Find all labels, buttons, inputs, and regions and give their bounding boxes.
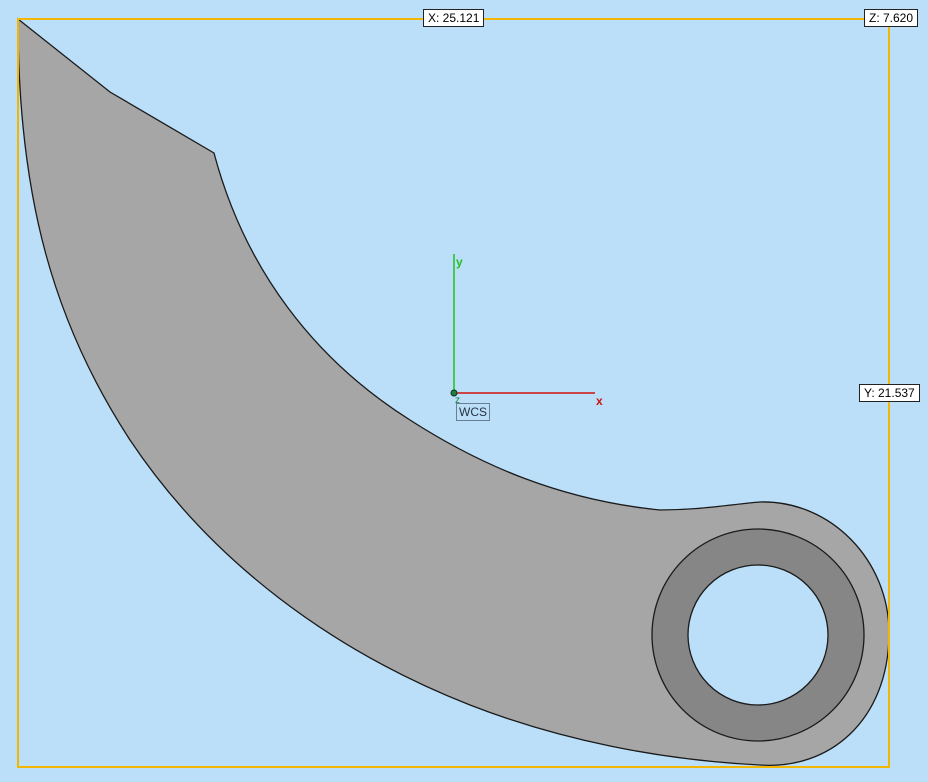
z-dimension-label[interactable]: Z: 7.620 (864, 9, 919, 27)
x-dimension-label[interactable]: X: 25.121 (423, 9, 485, 27)
model-view-canvas[interactable] (0, 0, 928, 782)
through-hole[interactable] (687, 564, 829, 706)
y-dimension-label[interactable]: Y: 21.537 (859, 384, 920, 402)
wcs-label[interactable]: WCS (456, 403, 490, 421)
cad-viewport[interactable]: y x z WCS X: 25.121 Z: 7.620 Y: 21.537 (0, 0, 928, 782)
x-axis-label: x (596, 394, 603, 408)
y-axis-label: y (456, 255, 463, 269)
